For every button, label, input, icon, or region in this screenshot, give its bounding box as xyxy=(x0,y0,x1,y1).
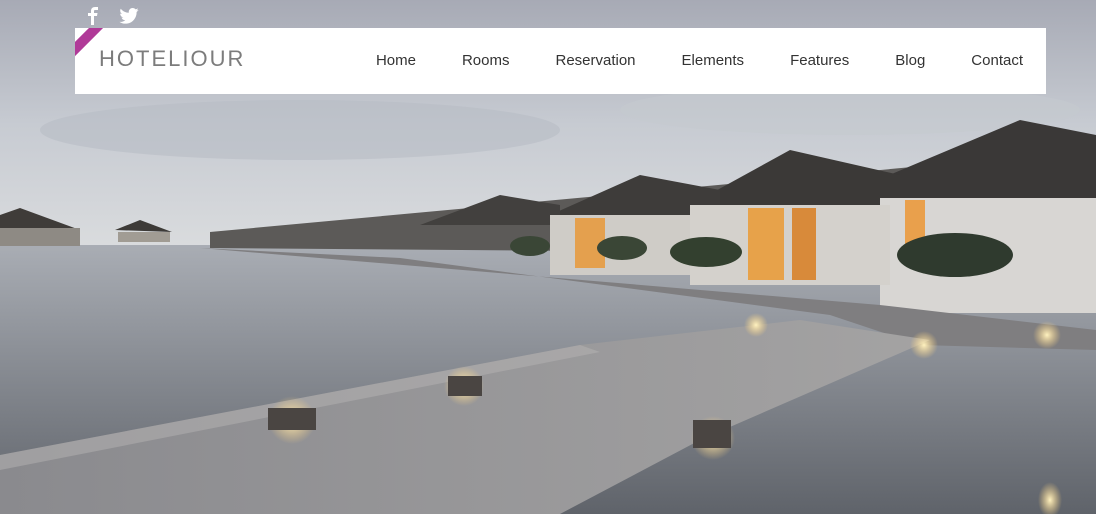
twitter-icon[interactable] xyxy=(118,6,140,26)
navbar: HOTELIOUR Home Rooms Reservation Element… xyxy=(75,28,1046,94)
nav-features[interactable]: Features xyxy=(767,28,872,94)
nav-reservation[interactable]: Reservation xyxy=(532,28,658,94)
nav-rooms[interactable]: Rooms xyxy=(439,28,533,94)
nav-contact[interactable]: Contact xyxy=(948,28,1046,94)
main-menu: Home Rooms Reservation Elements Features… xyxy=(353,28,1046,94)
social-links xyxy=(82,6,140,26)
nav-home[interactable]: Home xyxy=(353,28,439,94)
nav-blog[interactable]: Blog xyxy=(872,28,948,94)
nav-elements[interactable]: Elements xyxy=(659,28,768,94)
facebook-icon[interactable] xyxy=(82,6,104,26)
site-logo[interactable]: HOTELIOUR xyxy=(99,46,245,72)
